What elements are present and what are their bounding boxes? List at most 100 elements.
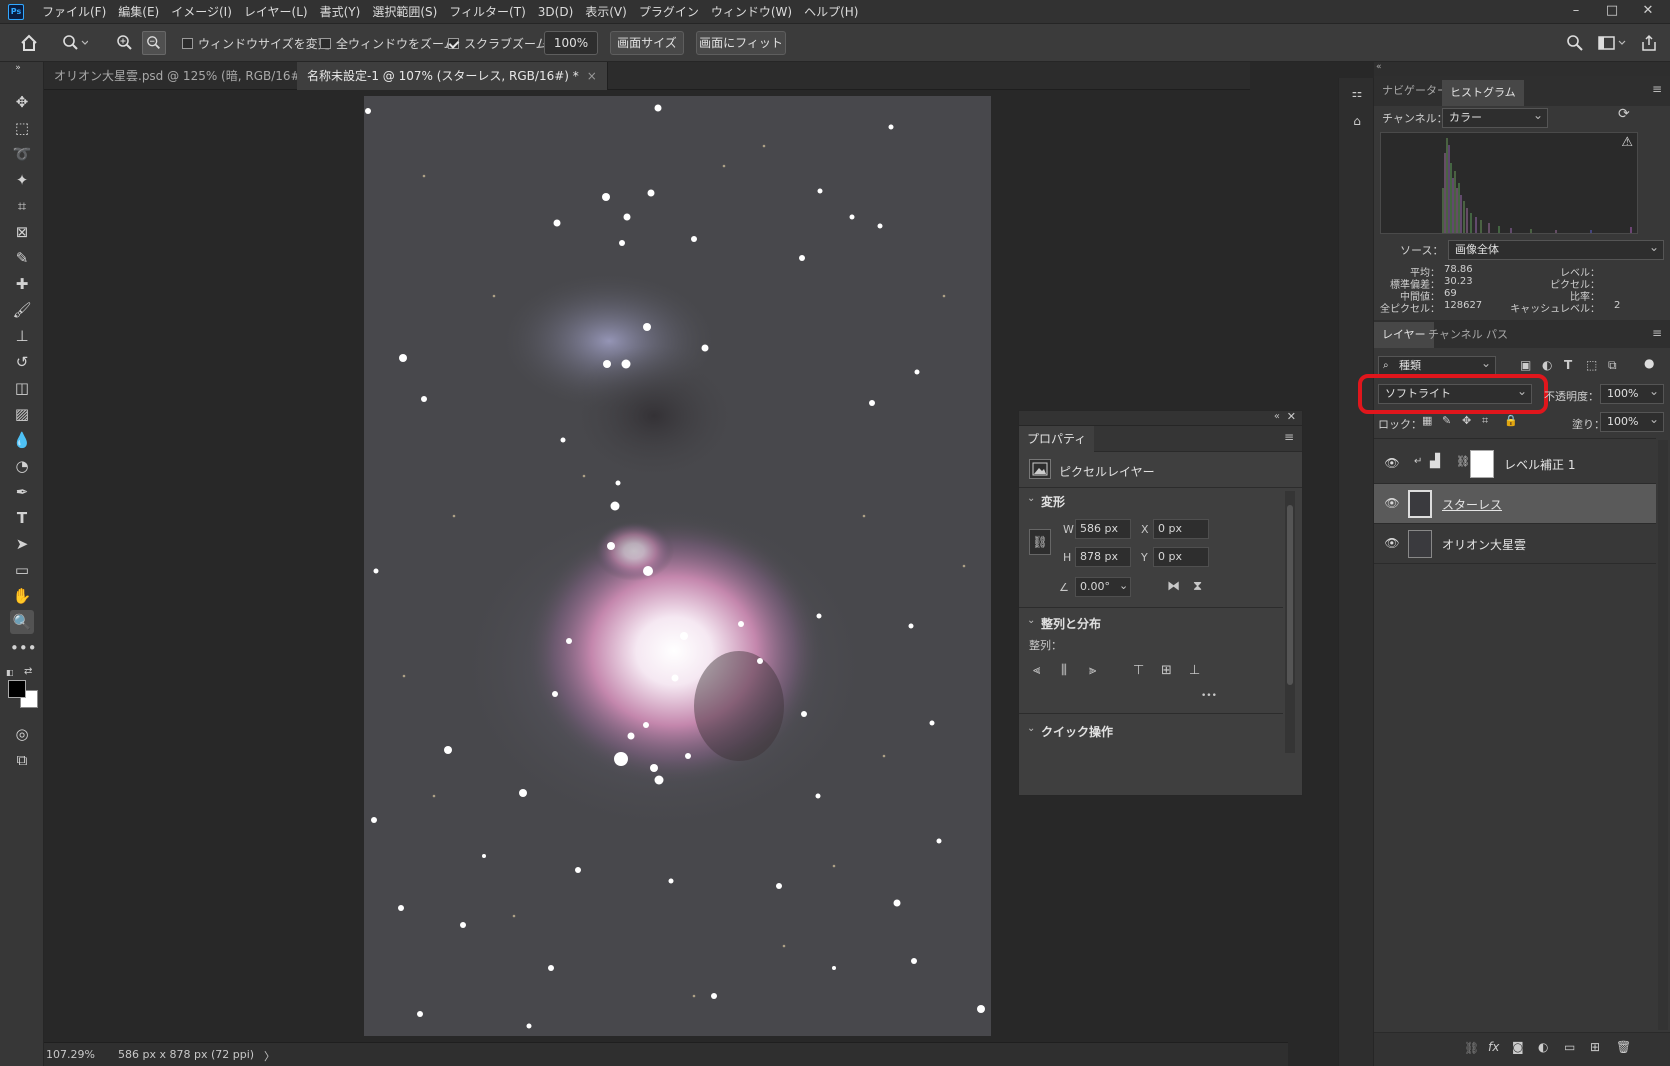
layer-filter-select[interactable]: ⌕ 種類 — [1378, 354, 1496, 376]
resize-windows-option[interactable]: ウィンドウサイズを変更 — [182, 24, 330, 62]
pen-tool-icon[interactable]: ✒ — [10, 480, 34, 504]
lock-pixels-icon[interactable]: ✎ — [1442, 414, 1451, 427]
panel-menu-icon[interactable]: ≡ — [1652, 326, 1662, 340]
source-select[interactable]: 画像全体 — [1448, 238, 1664, 260]
eraser-tool-icon[interactable]: ◫ — [10, 376, 34, 400]
transform-section-title[interactable]: 変形 — [1041, 493, 1065, 510]
filter-smart-object-icon[interactable]: ⧉ — [1608, 358, 1617, 373]
scrubby-zoom-option[interactable]: スクラブズーム — [448, 24, 548, 62]
marquee-tool-icon[interactable]: ⬚ — [10, 116, 34, 140]
zoom-tool-preset-icon[interactable] — [62, 24, 88, 62]
x-field[interactable]: 0 px — [1153, 519, 1209, 539]
layer-name[interactable]: レベル補正 1 — [1504, 456, 1575, 473]
layer-style-icon[interactable]: fx — [1488, 1040, 1499, 1054]
history-brush-tool-icon[interactable]: ↺ — [10, 350, 34, 374]
align-left-icon[interactable]: ⫷ — [1033, 663, 1040, 678]
chevron-down-icon[interactable]: ⌄ — [1027, 493, 1035, 504]
collapse-tools-icon[interactable]: » — [6, 62, 30, 74]
type-tool-icon[interactable]: T — [10, 506, 34, 530]
align-section-title[interactable]: 整列と分布 — [1041, 615, 1101, 632]
foreground-color-swatch[interactable] — [8, 680, 26, 698]
resize-windows-checkbox[interactable] — [182, 37, 193, 49]
dodge-tool-icon[interactable]: ◔ — [10, 454, 34, 478]
status-menu-arrow[interactable]: 〉 — [264, 1048, 275, 1064]
fit-screen-button[interactable]: 画面にフィット — [696, 31, 786, 55]
tab-paths[interactable]: パス — [1478, 322, 1516, 348]
move-tool-icon[interactable]: ✥ — [10, 90, 34, 114]
workspace-icon[interactable] — [1598, 24, 1626, 62]
menu-item-9[interactable]: プラグイン — [633, 0, 705, 24]
menu-item-0[interactable]: ファイル(F) — [36, 0, 112, 24]
chevron-down-icon[interactable]: ⌄ — [1027, 723, 1035, 734]
new-group-icon[interactable]: ▭ — [1564, 1040, 1575, 1054]
libraries-icon[interactable]: ⚏ — [1347, 86, 1367, 106]
more-options-icon[interactable]: ••• — [1201, 691, 1217, 701]
layer-row-levels[interactable]: 👁 ↵ ▟ ⛓ レベル補正 1 — [1374, 444, 1656, 484]
zoom-level[interactable]: 107.29% — [46, 1048, 95, 1061]
opacity-field[interactable]: 100% — [1600, 382, 1664, 404]
gradient-tool-icon[interactable]: ▨ — [10, 402, 34, 426]
scrubby-zoom-checkbox[interactable] — [448, 37, 459, 49]
menu-item-8[interactable]: 表示(V) — [579, 0, 633, 24]
fit-size-button[interactable]: 画面サイズ — [610, 31, 684, 55]
menu-item-10[interactable]: ウィンドウ(W) — [705, 0, 798, 24]
plugins-icon[interactable]: ⌂ — [1347, 114, 1367, 134]
healing-brush-tool-icon[interactable]: ✚ — [10, 272, 34, 296]
path-selection-tool-icon[interactable]: ➤ — [10, 532, 34, 556]
close-tab-icon[interactable]: × — [587, 69, 597, 83]
swap-colors-icon[interactable]: ⇄ — [24, 666, 32, 677]
crop-tool-icon[interactable]: ⌗ — [10, 194, 34, 218]
add-mask-icon[interactable]: ◙ — [1512, 1040, 1524, 1054]
angle-dropdown-icon[interactable]: ⌄ — [1119, 579, 1128, 592]
align-middle-v-icon[interactable]: ⊞ — [1161, 663, 1172, 678]
magic-wand-tool-icon[interactable]: ✦ — [10, 168, 34, 192]
home-icon[interactable] — [20, 24, 38, 62]
lock-artboard-icon[interactable]: ⌗ — [1482, 414, 1488, 428]
rectangle-tool-icon[interactable]: ▭ — [10, 558, 34, 582]
tab-untitled-1[interactable]: 名称未設定-1 @ 107% (スターレス, RGB/16#) * × — [297, 62, 608, 90]
chevron-down-icon[interactable]: ⌄ — [1027, 615, 1035, 626]
quick-mask-icon[interactable]: ◎ — [10, 722, 34, 746]
share-icon[interactable] — [1640, 24, 1658, 62]
frame-tool-icon[interactable]: ⊠ — [10, 220, 34, 244]
maximize-button[interactable]: □ — [1596, 0, 1628, 24]
align-top-icon[interactable]: ⊤ — [1133, 663, 1144, 678]
layer-thumbnail[interactable] — [1408, 490, 1432, 518]
search-icon[interactable] — [1566, 24, 1584, 62]
layer-thumbnail[interactable] — [1408, 530, 1432, 558]
blur-tool-icon[interactable]: 💧 — [10, 428, 34, 452]
layer-name[interactable]: オリオン大星雲 — [1442, 536, 1526, 553]
stamp-tool-icon[interactable]: ⊥ — [10, 324, 34, 348]
menu-item-1[interactable]: 編集(E) — [112, 0, 165, 24]
document-canvas[interactable] — [364, 96, 991, 1036]
fill-field[interactable]: 100% — [1600, 410, 1664, 432]
default-colors-icon[interactable]: ◧ — [6, 668, 16, 677]
quick-actions-title[interactable]: クイック操作 — [1041, 723, 1113, 740]
zoom-all-checkbox[interactable] — [320, 37, 331, 49]
properties-scrollbar[interactable] — [1285, 491, 1295, 753]
visibility-eye-icon[interactable]: 👁 — [1384, 496, 1400, 512]
filter-pixel-icon[interactable]: ▣ — [1520, 358, 1531, 372]
brush-tool-icon[interactable]: 🖌 — [10, 298, 34, 322]
collapse-panels-icon[interactable]: « — [1376, 62, 1382, 72]
hand-tool-icon[interactable]: ✋ — [10, 584, 34, 608]
menu-item-7[interactable]: 3D(D) — [532, 0, 579, 24]
lasso-tool-icon[interactable]: ➰ — [10, 142, 34, 166]
flip-vertical-icon[interactable]: ⧗ — [1193, 579, 1202, 594]
y-field[interactable]: 0 px — [1153, 547, 1209, 567]
layer-row-starless[interactable]: 👁 スターレス — [1374, 484, 1656, 524]
minimize-button[interactable]: – — [1560, 0, 1592, 24]
align-bottom-icon[interactable]: ⊥ — [1189, 663, 1200, 678]
align-center-h-icon[interactable]: ⫼ — [1061, 663, 1067, 678]
lock-all-icon[interactable]: 🔒 — [1504, 414, 1518, 427]
lock-position-icon[interactable]: ✥ — [1462, 414, 1471, 427]
filter-toggle-icon[interactable]: ● — [1644, 356, 1654, 370]
menu-item-3[interactable]: レイヤー(L) — [238, 0, 314, 24]
lock-transparent-icon[interactable]: ▦ — [1422, 414, 1432, 427]
menu-item-11[interactable]: ヘルプ(H) — [798, 0, 864, 24]
filter-type-icon[interactable]: T — [1564, 358, 1572, 372]
new-layer-icon[interactable]: ⊞ — [1590, 1040, 1600, 1054]
adjustment-layer-icon[interactable]: ◐ — [1538, 1040, 1548, 1054]
zoom-out-icon[interactable] — [142, 31, 166, 55]
more-tools-icon[interactable]: ••• — [10, 636, 37, 660]
